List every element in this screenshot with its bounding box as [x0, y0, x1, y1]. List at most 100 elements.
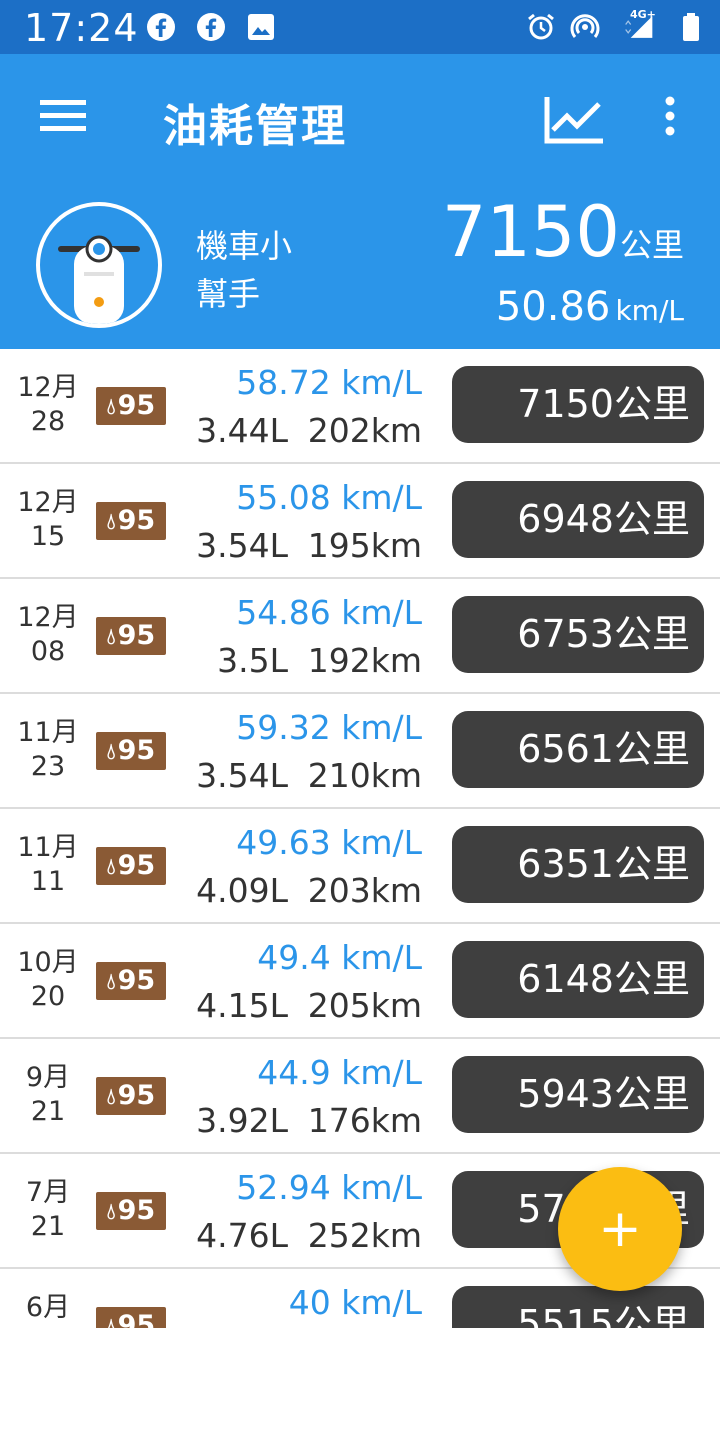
- fuel-drop-icon: 💧︎: [106, 1085, 116, 1110]
- record-liters: 4.76L: [196, 1216, 288, 1255]
- octane-badge: 💧︎95: [96, 962, 166, 1000]
- record-row[interactable]: 11月 23 💧︎95 59.32 km/L 3.54L 210km 6561公里: [0, 694, 720, 809]
- summary-header: 機車小幫手 7150公里 50.86 km/L: [0, 178, 720, 349]
- record-odometer: 7150公里: [452, 366, 704, 443]
- facebook-icon: [147, 13, 175, 41]
- record-efficiency: 52.94 km/L: [236, 1168, 422, 1207]
- record-day: 11: [30, 866, 66, 897]
- record-distance: 210km: [307, 756, 422, 795]
- octane-badge: 💧︎95: [96, 617, 166, 655]
- image-icon: [248, 14, 274, 40]
- record-distance: 205km: [307, 986, 422, 1025]
- octane-value: 95: [117, 505, 156, 536]
- record-row[interactable]: 11月 11 💧︎95 49.63 km/L 4.09L 203km 6351公里: [0, 809, 720, 924]
- menu-icon[interactable]: [40, 98, 86, 134]
- record-row[interactable]: 12月 08 💧︎95 54.86 km/L 3.5L 192km 6753公里: [0, 579, 720, 694]
- record-row[interactable]: 9月 21 💧︎95 44.9 km/L 3.92L 176km 5943公里: [0, 1039, 720, 1154]
- record-month: 12月: [17, 602, 79, 633]
- record-date: 11月 23: [10, 716, 86, 784]
- record-row[interactable]: 12月 28 💧︎95 58.72 km/L 3.44L 202km 7150公里: [0, 349, 720, 464]
- app-bar: 油耗管理: [0, 54, 720, 178]
- vehicle-avatar[interactable]: [36, 202, 162, 328]
- record-liters: 3.5L: [217, 641, 288, 680]
- record-date: 12月 15: [10, 486, 86, 554]
- network-label: 4G+: [630, 8, 656, 21]
- fuel-drop-icon: 💧︎: [106, 855, 116, 880]
- status-bar: 17:24 4G+: [0, 0, 720, 54]
- record-date: 11月 11: [10, 831, 86, 899]
- add-record-button[interactable]: +: [558, 1167, 682, 1291]
- fuel-drop-icon: 💧︎: [106, 970, 116, 995]
- scooter-icon: [58, 235, 140, 324]
- record-day: 28: [30, 406, 66, 437]
- record-month: 11月: [17, 832, 79, 863]
- record-liters: 3.44L: [196, 411, 288, 450]
- record-date: 7月 21: [10, 1176, 86, 1244]
- record-odometer: 5943公里: [452, 1056, 704, 1133]
- octane-value: 95: [117, 1310, 156, 1328]
- octane-value: 95: [117, 965, 156, 996]
- record-row[interactable]: 10月 20 💧︎95 49.4 km/L 4.15L 205km 6148公里: [0, 924, 720, 1039]
- octane-value: 95: [117, 1080, 156, 1111]
- total-km-value: 7150: [441, 191, 620, 273]
- octane-value: 95: [117, 850, 156, 881]
- add-icon: +: [598, 1199, 642, 1259]
- record-liters: 3.54L: [196, 526, 288, 565]
- record-month: 12月: [17, 487, 79, 518]
- avg-eff-value: 50.86: [495, 284, 611, 330]
- record-liters: 4.15L: [196, 986, 288, 1025]
- record-efficiency: 49.4 km/L: [257, 938, 422, 977]
- record-efficiency: 58.72 km/L: [236, 363, 422, 402]
- total-km-unit: 公里: [619, 226, 684, 264]
- record-row[interactable]: 12月 15 💧︎95 55.08 km/L 3.54L 195km 6948公里: [0, 464, 720, 579]
- octane-badge: 💧︎95: [96, 732, 166, 770]
- record-day: 15: [30, 521, 66, 552]
- record-efficiency: 44.9 km/L: [257, 1053, 422, 1092]
- octane-badge: 💧︎95: [96, 1192, 166, 1230]
- record-efficiency: 40 km/L: [288, 1283, 422, 1322]
- record-day: 20: [30, 981, 66, 1012]
- battery-icon: [683, 13, 699, 41]
- record-efficiency: 59.32 km/L: [236, 708, 422, 747]
- record-odometer: 6948公里: [452, 481, 704, 558]
- record-liters: 3.92L: [196, 1101, 288, 1140]
- record-day: 21: [30, 1211, 66, 1242]
- record-liters: 3.54L: [196, 756, 288, 795]
- record-day: 08: [30, 636, 66, 667]
- record-distance: 192km: [307, 641, 422, 680]
- record-date: 12月 08: [10, 601, 86, 669]
- page-title: 油耗管理: [163, 101, 347, 152]
- record-date: 12月 28: [10, 371, 86, 439]
- avg-eff-unit: km/L: [615, 294, 684, 327]
- fuel-drop-icon: 💧︎: [106, 740, 116, 765]
- octane-badge: 💧︎95: [96, 847, 166, 885]
- hotspot-icon: [570, 14, 600, 38]
- record-month: 9月: [25, 1062, 71, 1093]
- octane-badge: 💧︎95: [96, 387, 166, 425]
- record-efficiency: 54.86 km/L: [236, 593, 422, 632]
- record-day: 21: [30, 1096, 66, 1127]
- record-distance: 203km: [307, 871, 422, 910]
- facebook-icon: [197, 13, 225, 41]
- octane-value: 95: [117, 620, 156, 651]
- record-odometer: 6148公里: [452, 941, 704, 1018]
- record-efficiency: 49.63 km/L: [236, 823, 422, 862]
- record-liters: 4.09L: [196, 871, 288, 910]
- record-month: 12月: [17, 372, 79, 403]
- chart-icon[interactable]: [544, 94, 606, 144]
- octane-badge: 💧︎95: [96, 1307, 166, 1328]
- record-month: 7月: [25, 1177, 71, 1208]
- octane-value: 95: [117, 390, 156, 421]
- record-odometer: 6753公里: [452, 596, 704, 673]
- record-month: 10月: [17, 947, 79, 978]
- more-vert-icon[interactable]: [662, 96, 678, 136]
- record-efficiency: 55.08 km/L: [236, 478, 422, 517]
- record-date: 9月 21: [10, 1061, 86, 1129]
- alarm-icon: [528, 13, 554, 40]
- record-distance: 202km: [307, 411, 422, 450]
- record-date: 6月: [10, 1291, 86, 1325]
- fuel-drop-icon: 💧︎: [106, 1315, 116, 1328]
- record-distance: 176km: [307, 1101, 422, 1140]
- record-distance: 252km: [307, 1216, 422, 1255]
- fuel-drop-icon: 💧︎: [106, 395, 116, 420]
